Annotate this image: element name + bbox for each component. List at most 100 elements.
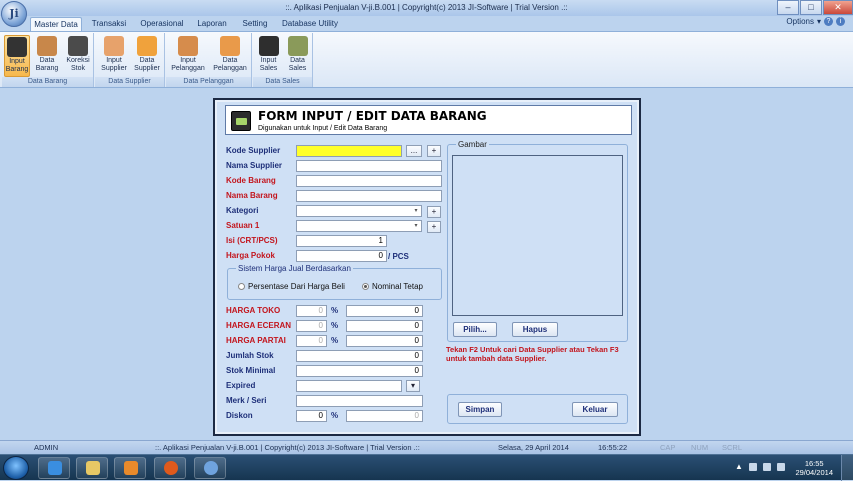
action-buttons-group: Simpan Keluar xyxy=(447,394,628,424)
label-isi: Isi (CRT/PCS) xyxy=(226,236,278,245)
simpan-button[interactable]: Simpan xyxy=(458,402,502,417)
label-diskon: Diskon xyxy=(226,411,253,420)
taskbar-sales-app[interactable] xyxy=(194,457,226,479)
gambar-legend: Gambar xyxy=(456,140,489,149)
data-barang-button[interactable]: Data Barang xyxy=(34,35,60,77)
group-label-data-supplier: Data Supplier xyxy=(95,77,164,87)
tab-setting[interactable]: Setting xyxy=(236,17,274,31)
kode-supplier-input[interactable] xyxy=(296,145,402,157)
kode-barang-input[interactable] xyxy=(296,175,442,187)
label-stok-minimal: Stok Minimal xyxy=(226,366,276,375)
data-supplier-button[interactable]: Data Supplier xyxy=(131,35,163,77)
satuan-select[interactable]: ▾ xyxy=(296,220,422,232)
box-icon xyxy=(37,36,57,56)
help-icon[interactable]: ? xyxy=(824,17,833,26)
label-kode-barang: Kode Barang xyxy=(226,176,276,185)
stok-minimal-input[interactable]: 0 xyxy=(296,365,423,377)
start-button[interactable] xyxy=(3,456,29,480)
status-time: 16:55:22 xyxy=(598,443,628,452)
gambar-group: Gambar Pilih... Hapus xyxy=(447,140,628,342)
add-customer-icon xyxy=(178,36,198,56)
form-subtitle: Digunakan untuk Input / Edit Data Barang xyxy=(258,125,388,132)
flag-icon[interactable] xyxy=(749,463,757,471)
percent-symbol: % xyxy=(331,336,339,345)
harga-toko-pct-input[interactable]: 0 xyxy=(296,305,327,317)
keluar-button[interactable]: Keluar xyxy=(572,402,618,417)
taskbar-internet-explorer[interactable] xyxy=(38,457,70,479)
nama-supplier-input[interactable] xyxy=(296,160,442,172)
nama-barang-input[interactable] xyxy=(296,190,442,202)
hapus-button[interactable]: Hapus xyxy=(512,322,558,337)
harga-toko-input[interactable]: 0 xyxy=(346,305,423,317)
diskon-input[interactable]: 0 xyxy=(346,410,423,422)
info-icon[interactable]: i xyxy=(836,17,845,26)
data-pelanggan-button[interactable]: Data Pelanggan xyxy=(210,35,250,77)
picture-box xyxy=(452,155,623,316)
clock[interactable]: 16:55 29/04/2014 xyxy=(795,459,833,477)
label-kategori: Kategori xyxy=(226,206,259,215)
jumlah-stok-input[interactable]: 0 xyxy=(296,350,423,362)
tab-transaksi[interactable]: Transaksi xyxy=(86,17,132,31)
kategori-select[interactable]: ▾ xyxy=(296,205,422,217)
tab-laporan[interactable]: Laporan xyxy=(192,17,232,31)
form-title: FORM INPUT / EDIT DATA BARANG xyxy=(258,109,487,123)
harga-eceran-input[interactable]: 0 xyxy=(346,320,423,332)
diskon-pct-input[interactable]: 0 xyxy=(296,410,327,422)
input-pelanggan-button[interactable]: Input Pelanggan xyxy=(168,35,208,77)
browse-supplier-button[interactable]: ... xyxy=(406,145,422,157)
radio-nominal-tetap[interactable]: Nominal Tetap xyxy=(362,282,423,291)
input-supplier-button[interactable]: Input Supplier xyxy=(98,35,130,77)
tab-database-utility[interactable]: Database Utility xyxy=(278,17,342,31)
chevron-down-icon[interactable]: ▾ xyxy=(817,17,821,26)
harga-pokok-input[interactable]: 0 xyxy=(296,250,387,262)
radio-persentase[interactable]: Persentase Dari Harga Beli xyxy=(238,282,345,291)
application-orb-button[interactable]: Ji xyxy=(1,1,27,27)
volume-icon[interactable] xyxy=(777,463,785,471)
pilih-button[interactable]: Pilih... xyxy=(453,322,497,337)
input-sales-button[interactable]: Input Sales xyxy=(255,35,282,77)
minimize-button[interactable]: – xyxy=(777,0,799,15)
merk-input[interactable] xyxy=(296,395,423,407)
options-menu[interactable]: Options xyxy=(786,17,814,26)
taskbar-media-player[interactable] xyxy=(114,457,146,479)
tab-operasional[interactable]: Operasional xyxy=(136,17,188,31)
taskbar-firefox[interactable] xyxy=(154,457,186,479)
network-icon[interactable] xyxy=(763,463,771,471)
date-picker-button[interactable]: ▾ xyxy=(406,380,420,392)
folder-icon xyxy=(86,461,100,475)
label-harga-partai: HARGA PARTAI xyxy=(226,336,286,345)
basket-icon xyxy=(137,36,157,56)
add-supplier-button[interactable]: + xyxy=(427,145,441,157)
cash-register-icon xyxy=(231,111,251,131)
harga-partai-pct-input[interactable]: 0 xyxy=(296,335,327,347)
status-app: ::. Aplikasi Penjualan V-ji.B.001 | Copy… xyxy=(155,443,420,452)
taskbar: ▲ 16:55 29/04/2014 xyxy=(0,454,853,481)
koreksi-stok-button[interactable]: Koreksi Stok xyxy=(64,35,92,77)
maximize-button[interactable]: □ xyxy=(800,0,822,15)
close-button[interactable]: ✕ xyxy=(823,0,853,15)
data-sales-button[interactable]: Data Sales xyxy=(284,35,311,77)
taskbar-file-explorer[interactable] xyxy=(76,457,108,479)
hint-text: Tekan F2 Untuk cari Data Supplier atau T… xyxy=(446,345,619,363)
label-nama-supplier: Nama Supplier xyxy=(226,161,283,170)
input-barang-button[interactable]: Input Barang xyxy=(4,35,30,77)
harga-eceran-pct-input[interactable]: 0 xyxy=(296,320,327,332)
show-hidden-icons-icon[interactable]: ▲ xyxy=(735,462,743,471)
add-satuan-button[interactable]: + xyxy=(427,221,441,233)
internet-explorer-icon xyxy=(48,461,62,475)
window-controls: – □ ✕ xyxy=(776,0,853,16)
radio-indicator xyxy=(238,283,245,290)
add-kategori-button[interactable]: + xyxy=(427,206,441,218)
expired-date-input[interactable] xyxy=(296,380,402,392)
label-merk: Merk / Seri xyxy=(226,396,267,405)
harga-partai-input[interactable]: 0 xyxy=(346,335,423,347)
percent-symbol: % xyxy=(331,306,339,315)
isi-input[interactable]: 1 xyxy=(296,235,387,247)
status-cap: CAP xyxy=(660,443,676,452)
label-jumlah-stok: Jumlah Stok xyxy=(226,351,274,360)
show-desktop-button[interactable] xyxy=(841,455,853,481)
group-data-sales: Input Sales Data Sales Data Sales xyxy=(253,33,313,87)
customer-icon xyxy=(220,36,240,56)
window-title-bar: ::. Aplikasi Penjualan V-ji.B.001 | Copy… xyxy=(0,0,853,16)
tab-master-data[interactable]: Master Data xyxy=(30,17,82,31)
